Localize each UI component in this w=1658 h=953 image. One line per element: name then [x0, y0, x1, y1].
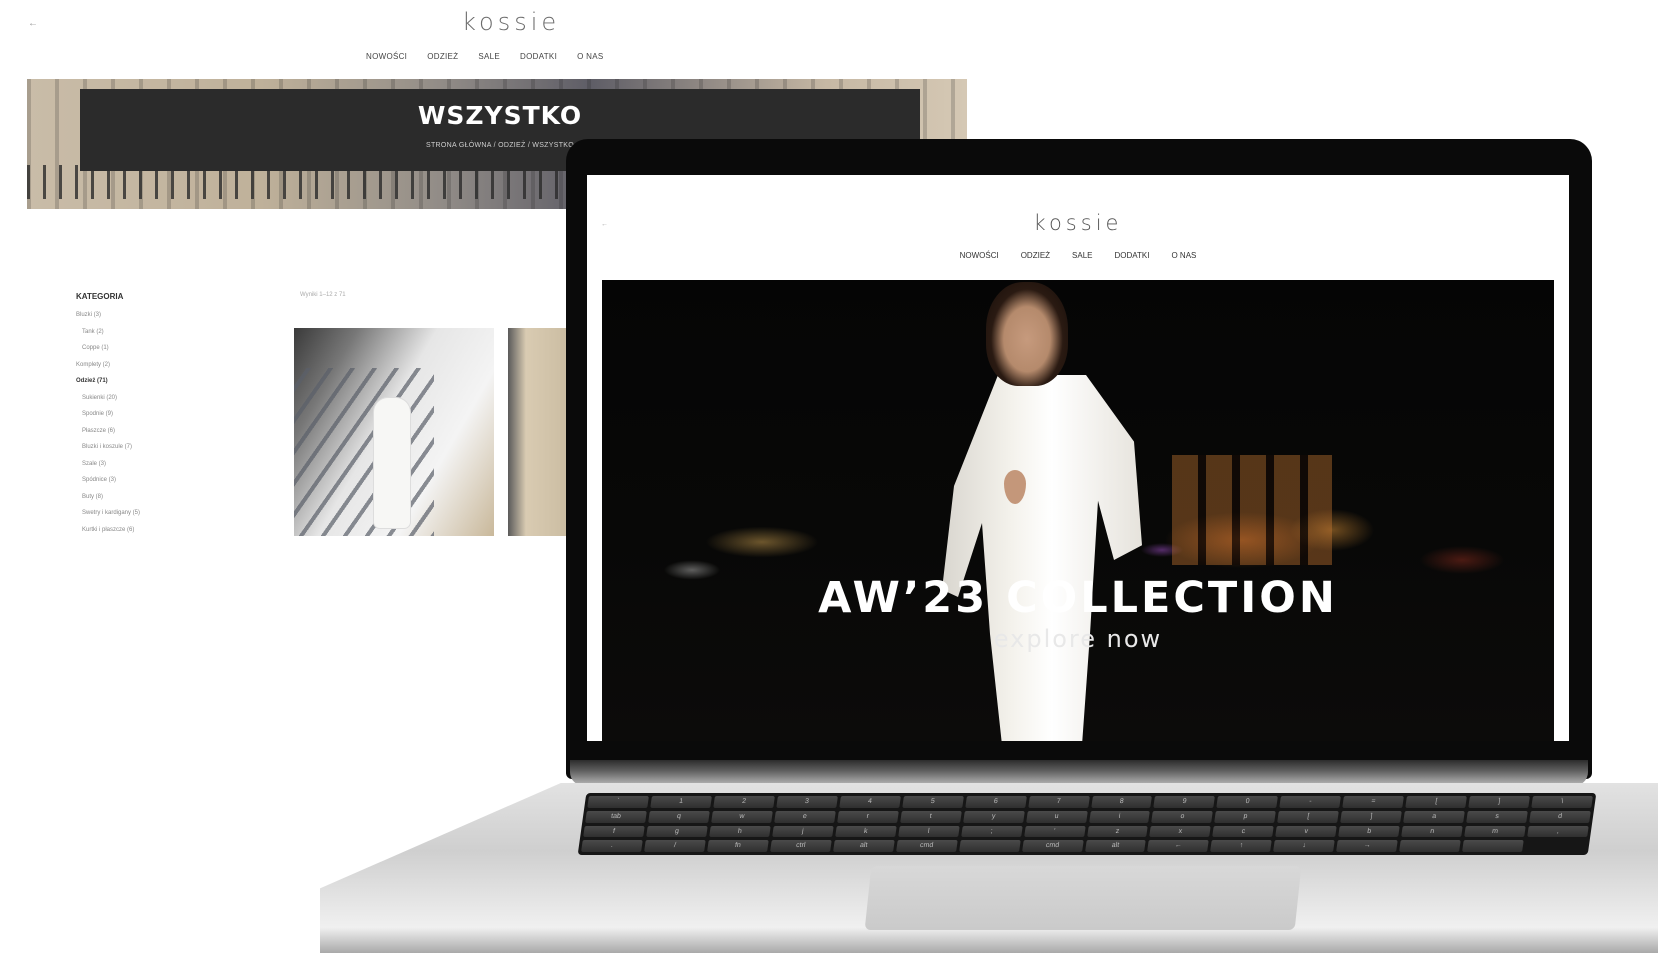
category-link[interactable]: Buty (8): [76, 489, 140, 506]
nav-item-sale[interactable]: SALE: [1072, 251, 1092, 260]
keyboard-key: o: [1151, 810, 1214, 823]
nav-item-dodatki[interactable]: DODATKI: [520, 52, 557, 61]
main-nav: NOWOŚCI ODZIEŻ SALE DODATKI O NAS: [587, 251, 1569, 260]
keyboard-key: →: [1336, 840, 1398, 852]
keyboard-key: s: [1466, 810, 1528, 823]
nav-item-odziez[interactable]: ODZIEŻ: [427, 52, 458, 61]
nav-item-sale[interactable]: SALE: [478, 52, 500, 61]
product-photo-model: [374, 398, 410, 528]
keyboard-key: -: [1279, 796, 1342, 808]
category-sidebar: KATEGORIA Bluzki (3) Tank (2) Coppe (1) Kom…: [76, 292, 140, 538]
keyboard-key: =: [1342, 796, 1405, 808]
keyboard-key: ←: [1147, 840, 1210, 852]
keyboard-key: d: [1529, 810, 1591, 823]
category-link[interactable]: Sukienki (20): [76, 390, 140, 407]
keyboard-key: i: [1088, 810, 1151, 823]
category-link[interactable]: Swetry i kardigany (5): [76, 505, 140, 522]
keyboard-key: ↑: [1210, 840, 1273, 852]
keyboard-key: ]: [1468, 796, 1530, 808]
main-nav: NOWOŚCI ODZIEŻ SALE DODATKI O NAS: [366, 52, 604, 61]
keyboard-key: u: [1025, 810, 1088, 823]
product-photo-stairs: [294, 368, 434, 536]
keyboard-key: ': [1023, 825, 1086, 838]
nav-item-nowosci[interactable]: NOWOŚCI: [366, 52, 407, 61]
category-link[interactable]: Kurtki i płaszcze (6): [76, 522, 140, 539]
keyboard-key: \: [1531, 796, 1593, 808]
category-list: Bluzki (3) Tank (2) Coppe (1) Komplety (2) O…: [76, 307, 140, 538]
keyboard-key: alt: [1084, 840, 1147, 852]
keyboard-key: cmd: [1021, 840, 1084, 852]
nav-item-dodatki[interactable]: DODATKI: [1115, 251, 1150, 260]
hero-banner[interactable]: AW’23 COLLECTION explore now: [602, 280, 1554, 741]
keyboard-key: v: [1275, 825, 1338, 838]
nav-item-o-nas[interactable]: O NAS: [577, 52, 603, 61]
category-link[interactable]: Spódnice (3): [76, 472, 140, 489]
keyboard-key: p: [1214, 810, 1277, 823]
category-link[interactable]: Bluzki i koszule (7): [76, 439, 140, 456]
keyboard-key: n: [1401, 825, 1463, 838]
keyboard-key: ↓: [1273, 840, 1335, 852]
keyboard-key: m: [1464, 825, 1526, 838]
hero-model-head: [986, 282, 1068, 386]
nav-item-o-nas[interactable]: O NAS: [1171, 251, 1196, 260]
category-title: WSZYSTKO: [417, 101, 583, 130]
site-logo[interactable]: kossie: [587, 211, 1569, 235]
keyboard-key: z: [1086, 825, 1149, 838]
category-link[interactable]: Komplety (2): [76, 357, 140, 374]
product-card-image[interactable]: [294, 328, 494, 536]
keyboard-key: x: [1149, 825, 1212, 838]
nav-item-odziez[interactable]: ODZIEŻ: [1021, 251, 1050, 260]
hero-shopfront: [1172, 455, 1332, 565]
back-arrow-icon[interactable]: ←: [28, 18, 38, 29]
keyboard-key: [: [1277, 810, 1340, 823]
keyboard-key: 8: [1090, 796, 1153, 808]
keyboard-key: b: [1338, 825, 1400, 838]
keyboard-key: [1462, 840, 1524, 852]
nav-item-nowosci[interactable]: NOWOŚCI: [960, 251, 999, 260]
category-link[interactable]: Szale (3): [76, 456, 140, 473]
keyboard-key: 0: [1216, 796, 1279, 808]
keyboard-key: 9: [1153, 796, 1216, 808]
category-link[interactable]: Odzież (71): [76, 373, 140, 390]
category-link[interactable]: Spodnie (9): [76, 406, 140, 423]
hero-title[interactable]: AW’23 COLLECTION: [602, 573, 1554, 623]
keyboard-key: [1399, 840, 1461, 852]
laptop-screen: ← kossie NOWOŚCI ODZIEŻ SALE DODATKI O N…: [587, 175, 1569, 741]
category-link[interactable]: Tank (2): [76, 324, 140, 341]
sidebar-title: KATEGORIA: [76, 292, 124, 301]
results-count: Wyniki 1–12 z 71: [300, 292, 346, 298]
keyboard-key: a: [1403, 810, 1465, 823]
site-logo[interactable]: kossie: [462, 8, 560, 36]
category-link[interactable]: Płaszcze (6): [76, 423, 140, 440]
category-link[interactable]: Bluzki (3): [76, 307, 140, 324]
product-card-image[interactable]: [508, 328, 568, 536]
keyboard-key: ]: [1340, 810, 1403, 823]
keyboard-key: [: [1405, 796, 1468, 808]
category-link[interactable]: Coppe (1): [76, 340, 140, 357]
keyboard-key: c: [1212, 825, 1275, 838]
explore-now-link[interactable]: explore now: [602, 625, 1554, 653]
keyboard-key: 7: [1027, 796, 1090, 808]
keyboard-key: ,: [1527, 825, 1589, 838]
